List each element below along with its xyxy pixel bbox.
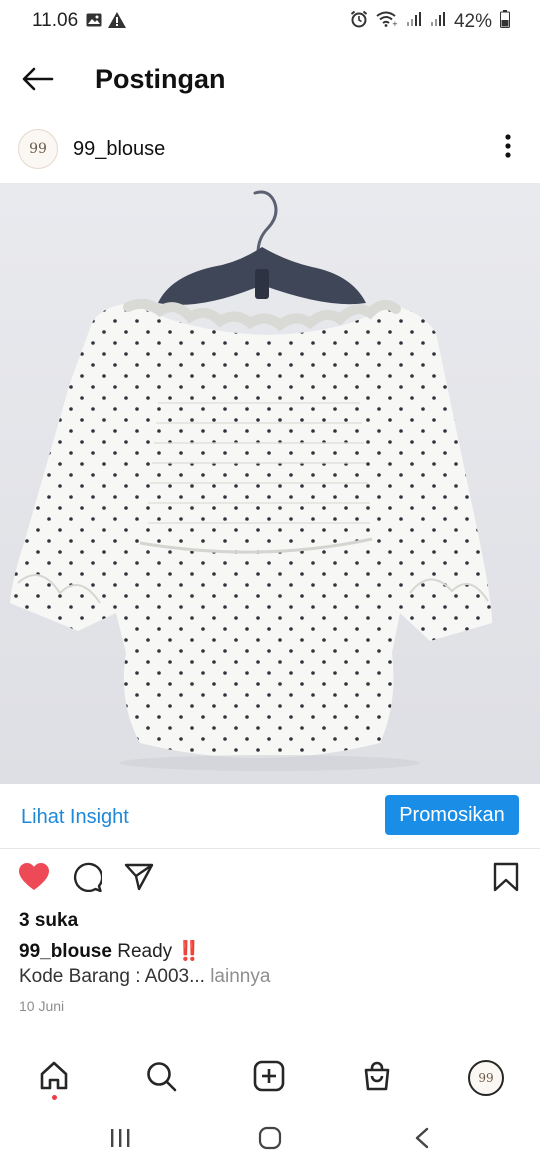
signal-icon: [406, 11, 422, 32]
save-button[interactable]: [489, 862, 523, 896]
bookmark-icon: [493, 862, 519, 897]
battery-level: 42%: [453, 10, 492, 32]
nav-search[interactable]: [141, 1058, 181, 1098]
comment-icon: [72, 862, 104, 897]
search-icon: [145, 1060, 177, 1097]
wifi-icon: +: [376, 11, 398, 32]
home-circle-icon: [258, 1126, 282, 1155]
status-time: 11.06: [32, 10, 79, 31]
recents-button[interactable]: [100, 1122, 140, 1158]
more-link[interactable]: lainnya: [205, 966, 270, 987]
notification-dot: [52, 1095, 57, 1100]
profile-avatar: 99: [468, 1060, 504, 1096]
like-button[interactable]: [17, 862, 51, 896]
blouse-on-hanger-photo: [0, 183, 540, 784]
page-title: Postingan: [95, 64, 226, 94]
shop-icon: [361, 1060, 393, 1097]
nav-create[interactable]: [249, 1058, 289, 1098]
svg-text:+: +: [392, 20, 398, 27]
image-icon: [86, 13, 102, 32]
insight-row: Lihat Insight Promosikan: [0, 792, 540, 849]
avatar-text: 99: [29, 141, 47, 157]
share-button[interactable]: [122, 862, 156, 896]
post-actions: [0, 858, 540, 902]
comment-button[interactable]: [70, 862, 104, 896]
view-insights-link[interactable]: Lihat Insight: [21, 806, 129, 829]
post-date: 10 Juni: [19, 998, 65, 1014]
warning-icon: [108, 12, 126, 33]
recents-icon: [109, 1128, 131, 1153]
alarm-icon: [350, 10, 368, 33]
send-icon: [124, 863, 154, 896]
signal-icon: [430, 11, 446, 32]
back-button[interactable]: [18, 64, 58, 98]
double-exclamation-icon: ‼️: [177, 941, 202, 962]
more-vertical-icon: [505, 133, 511, 163]
heart-icon: [18, 862, 50, 897]
back-system-button[interactable]: [402, 1122, 442, 1158]
more-options-button[interactable]: [496, 133, 520, 163]
bottom-nav: 99: [0, 1052, 540, 1108]
caption-text: Ready: [117, 941, 173, 962]
home-system-button[interactable]: [250, 1122, 290, 1158]
post-header: 99 99_blouse: [0, 125, 540, 175]
likes-count[interactable]: 3 suka: [19, 910, 78, 932]
status-bar: 11.06 + 42%: [0, 0, 540, 44]
avatar[interactable]: 99: [18, 129, 58, 169]
nav-profile[interactable]: 99: [466, 1058, 506, 1098]
back-arrow-icon: [22, 67, 54, 96]
battery-icon: [500, 10, 510, 33]
home-icon: [38, 1060, 70, 1097]
promote-button[interactable]: Promosikan: [385, 795, 519, 835]
create-icon: [253, 1060, 285, 1097]
page-header: Postingan: [0, 52, 540, 110]
caption-username[interactable]: 99_blouse: [19, 941, 112, 962]
nav-home[interactable]: [34, 1058, 74, 1098]
caption-product-code: Kode Barang : A003...: [19, 966, 205, 987]
system-navigation: [0, 1110, 540, 1170]
caption-line-2: Kode Barang : A003... lainnya: [19, 966, 270, 988]
post-username[interactable]: 99_blouse: [73, 138, 165, 161]
caption: 99_blouse Ready ‼️: [19, 939, 201, 963]
back-chevron-icon: [414, 1127, 430, 1154]
nav-shop[interactable]: [357, 1058, 397, 1098]
profile-avatar-text: 99: [478, 1071, 494, 1085]
post-image[interactable]: [0, 183, 540, 784]
